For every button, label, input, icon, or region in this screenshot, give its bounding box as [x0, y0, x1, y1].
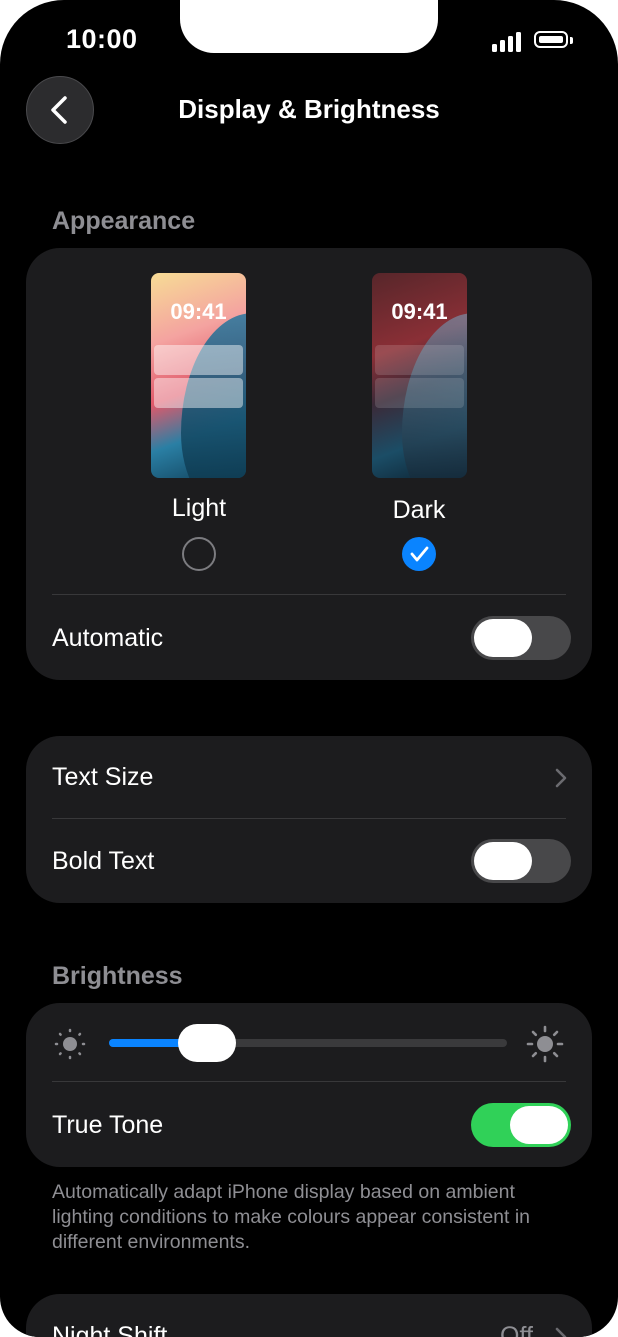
preview-time: 09:41: [391, 299, 448, 324]
brightness-card: True Tone: [26, 1003, 592, 1167]
divider: [52, 1081, 566, 1082]
divider: [52, 818, 566, 819]
night-shift-card[interactable]: Night Shift Off: [26, 1294, 592, 1337]
preview-widget: [154, 378, 243, 408]
notch: [180, 0, 438, 53]
bold-text-label: Bold Text: [52, 847, 155, 875]
divider: [52, 594, 566, 595]
toggle-knob: [474, 842, 532, 880]
sun-low-icon: [54, 1028, 86, 1060]
status-indicators: [492, 30, 576, 52]
text-size-label: Text Size: [52, 763, 154, 791]
preview-widget: [375, 345, 464, 375]
dark-mode-radio[interactable]: [402, 537, 436, 571]
battery-icon: [534, 31, 568, 48]
page-title: Display & Brightness: [178, 94, 440, 124]
true-tone-footnote: Automatically adapt iPhone display based…: [52, 1181, 531, 1253]
light-mode-preview[interactable]: 09:41: [151, 273, 246, 478]
phone-screen: 10:00 Display & Brightness Appearance 09…: [0, 0, 618, 1337]
toggle-knob: [510, 1106, 568, 1144]
checkmark-icon: [410, 546, 429, 562]
true-tone-toggle[interactable]: [471, 1103, 571, 1147]
light-mode-label: Light: [171, 494, 227, 522]
brightness-slider[interactable]: [109, 1024, 507, 1062]
sun-high-icon: [526, 1025, 564, 1063]
light-mode-radio[interactable]: [182, 537, 216, 571]
brightness-header: Brightness: [52, 962, 183, 990]
text-settings-card: Text Size Bold Text: [26, 736, 592, 903]
automatic-toggle[interactable]: [471, 616, 571, 660]
preview-time: 09:41: [170, 299, 227, 324]
slider-thumb[interactable]: [177, 1024, 236, 1062]
battery-cap: [570, 37, 573, 44]
text-size-row[interactable]: Text Size: [26, 736, 592, 818]
preview-widget: [154, 345, 243, 375]
appearance-card: 09:41 09:41 Light Dark Automatic: [26, 248, 592, 680]
night-shift-value: Off: [500, 1322, 533, 1337]
bold-text-toggle[interactable]: [471, 839, 571, 883]
automatic-label: Automatic: [52, 624, 164, 652]
dark-mode-label: Dark: [392, 496, 446, 524]
true-tone-label: True Tone: [52, 1111, 164, 1139]
chevron-right-icon: [555, 1327, 567, 1337]
toggle-knob: [474, 619, 532, 657]
dark-mode-preview[interactable]: 09:41: [372, 273, 467, 478]
chevron-right-icon: [555, 768, 567, 788]
night-shift-label: Night Shift: [52, 1322, 168, 1337]
appearance-header: Appearance: [52, 207, 196, 235]
preview-widget: [375, 378, 464, 408]
status-time: 10:00: [66, 24, 138, 54]
